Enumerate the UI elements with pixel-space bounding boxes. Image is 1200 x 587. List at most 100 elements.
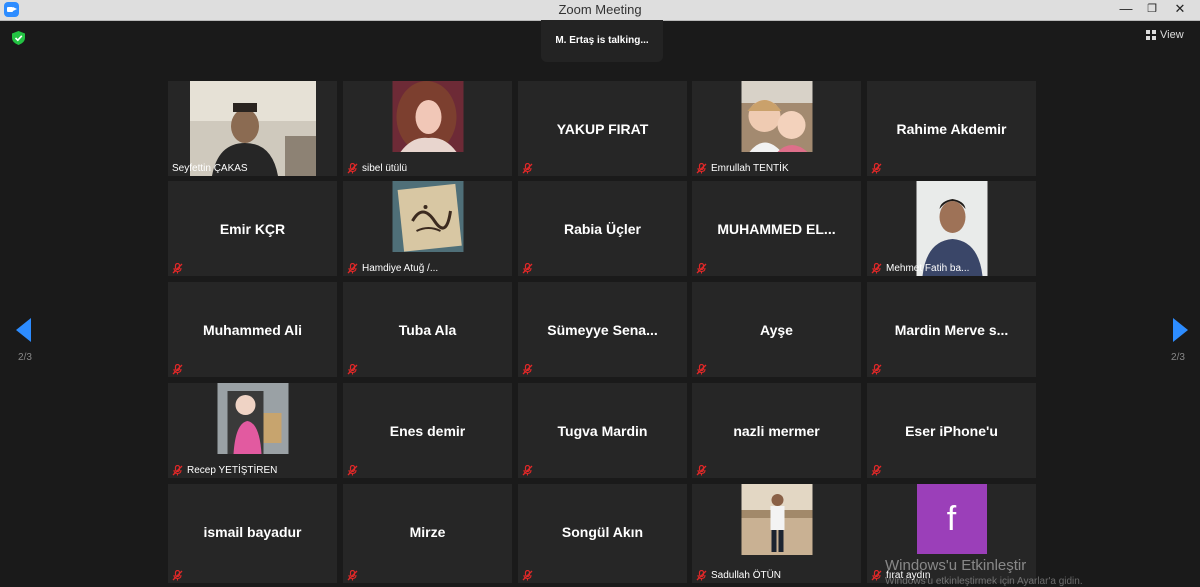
participant-tile[interactable]: Hamdiye Atuğ /... (343, 181, 512, 276)
mute-icon (522, 363, 533, 374)
participant-label (522, 362, 533, 376)
page-indicator-left: 2/3 (18, 352, 32, 363)
mute-icon (347, 162, 358, 173)
participant-video (741, 81, 812, 152)
mute-icon (871, 363, 882, 374)
participant-label (522, 261, 533, 275)
participant-tile[interactable]: Seyfettin ÇAKAS (168, 81, 337, 176)
view-label: View (1160, 29, 1184, 41)
participant-name: Mardin Merve s... (894, 322, 1009, 338)
participant-tile[interactable]: Emrullah TENTİK (692, 81, 861, 176)
participant-label: Recep YETİŞTİREN (172, 463, 277, 477)
participant-tile[interactable]: Mehmet Fatih ba... (867, 181, 1036, 276)
participant-label-text: Sadullah ÖTÜN (711, 569, 782, 581)
mute-icon (172, 363, 183, 374)
mute-icon (696, 262, 707, 273)
mute-icon (172, 569, 183, 580)
participant-label-text: Hamdiye Atuğ /... (362, 262, 439, 274)
participant-tile[interactable]: Songül Akın (518, 484, 687, 583)
mute-icon (347, 464, 358, 475)
participant-video (189, 81, 316, 176)
participant-label-text: sibel ütülü (362, 162, 408, 174)
participant-name: ismail bayadur (203, 524, 302, 540)
next-page-arrow-icon[interactable] (1173, 318, 1188, 342)
grid-view-icon (1146, 30, 1156, 41)
participant-tile[interactable]: Tuba Ala (343, 282, 512, 377)
avatar: f (916, 484, 987, 554)
participant-label: Sadullah ÖTÜN (696, 568, 781, 582)
participant-tile[interactable]: Ayşe (692, 282, 861, 377)
participant-video (392, 81, 463, 153)
participant-label (696, 261, 707, 275)
participant-name: Muhammed Ali (202, 322, 303, 338)
participant-name: Tugva Mardin (557, 423, 648, 439)
participant-tile[interactable]: Emir KÇR (168, 181, 337, 276)
view-button[interactable]: View (1146, 29, 1184, 47)
participant-name: MUHAMMED EL... (717, 221, 836, 237)
participant-tile[interactable]: Muhammed Ali (168, 282, 337, 377)
mute-icon (871, 262, 882, 273)
title-bar: Zoom Meeting — ❐ ✕ (0, 0, 1200, 21)
mute-icon (871, 162, 882, 173)
participant-label-text: Recep YETİŞTİREN (187, 464, 278, 476)
participant-tile[interactable]: nazli mermer (692, 383, 861, 478)
mute-icon (696, 162, 707, 173)
participant-name: Mirze (409, 524, 446, 540)
participant-tile[interactable]: Enes demir (343, 383, 512, 478)
avatar-letter: f (946, 499, 957, 538)
participant-label (522, 568, 533, 582)
mute-icon (871, 464, 882, 475)
participant-video (916, 181, 987, 276)
participant-label (871, 463, 882, 477)
participant-tile[interactable]: YAKUP FIRAT (518, 81, 687, 176)
participant-name: nazli mermer (733, 423, 820, 439)
participant-label (172, 362, 183, 376)
participant-label (522, 161, 533, 175)
participant-video (217, 383, 288, 454)
participant-tile[interactable]: Sadullah ÖTÜN (692, 484, 861, 583)
participant-name: Rahime Akdemir (896, 121, 1007, 137)
participant-name: Sümeyye Sena... (547, 322, 658, 338)
participant-name: Emir KÇR (219, 221, 286, 237)
mute-icon (696, 569, 707, 580)
participant-label: Mehmet Fatih ba... (871, 261, 969, 275)
page-indicator-right: 2/3 (1171, 352, 1185, 363)
participant-tile[interactable]: Rahime Akdemir (867, 81, 1036, 176)
participant-tile[interactable]: Tugva Mardin (518, 383, 687, 478)
close-button[interactable]: ✕ (1166, 0, 1194, 20)
participant-name: Enes demir (389, 423, 466, 439)
participant-tile[interactable]: Mirze (343, 484, 512, 583)
participant-label-text: Emrullah TENTİK (711, 162, 789, 174)
participant-tile[interactable]: MUHAMMED EL... (692, 181, 861, 276)
participant-video (392, 181, 463, 252)
participant-tile[interactable]: Eser iPhone'u (867, 383, 1036, 478)
maximize-button[interactable]: ❐ (1138, 0, 1166, 20)
participant-tile[interactable]: Mardin Merve s... (867, 282, 1036, 377)
participant-label-text: Seyfettin ÇAKAS (172, 162, 248, 174)
minimize-button[interactable]: — (1112, 0, 1140, 20)
participant-label-text: Mehmet Fatih ba... (886, 262, 970, 274)
participant-label (347, 463, 358, 477)
participant-tile[interactable]: ismail bayadur (168, 484, 337, 583)
previous-page-arrow-icon[interactable] (16, 318, 31, 342)
participant-label (696, 362, 707, 376)
mute-icon (696, 464, 707, 475)
mute-icon (347, 262, 358, 273)
participant-label: sibel ütülü (347, 161, 407, 175)
participant-name: Eser iPhone'u (905, 423, 998, 439)
participant-label (172, 568, 183, 582)
participant-tile[interactable]: Sümeyye Sena... (518, 282, 687, 377)
active-speaker-indicator: M. Ertaş is talking... (541, 20, 663, 62)
shield-check-icon[interactable] (12, 31, 25, 45)
participant-tile[interactable]: Recep YETİŞTİREN (168, 383, 337, 478)
mute-icon (522, 569, 533, 580)
activation-watermark-subtitle: Windows'u etkinleştirmek için Ayarlar'a … (885, 576, 1083, 587)
mute-icon (522, 162, 533, 173)
participant-label: Seyfettin ÇAKAS (172, 161, 248, 175)
mute-icon (172, 262, 183, 273)
participant-tile[interactable]: sibel ütülü (343, 81, 512, 176)
participant-tile[interactable]: Rabia Üçler (518, 181, 687, 276)
mute-icon (347, 569, 358, 580)
mute-icon (522, 464, 533, 475)
participant-label (347, 362, 358, 376)
